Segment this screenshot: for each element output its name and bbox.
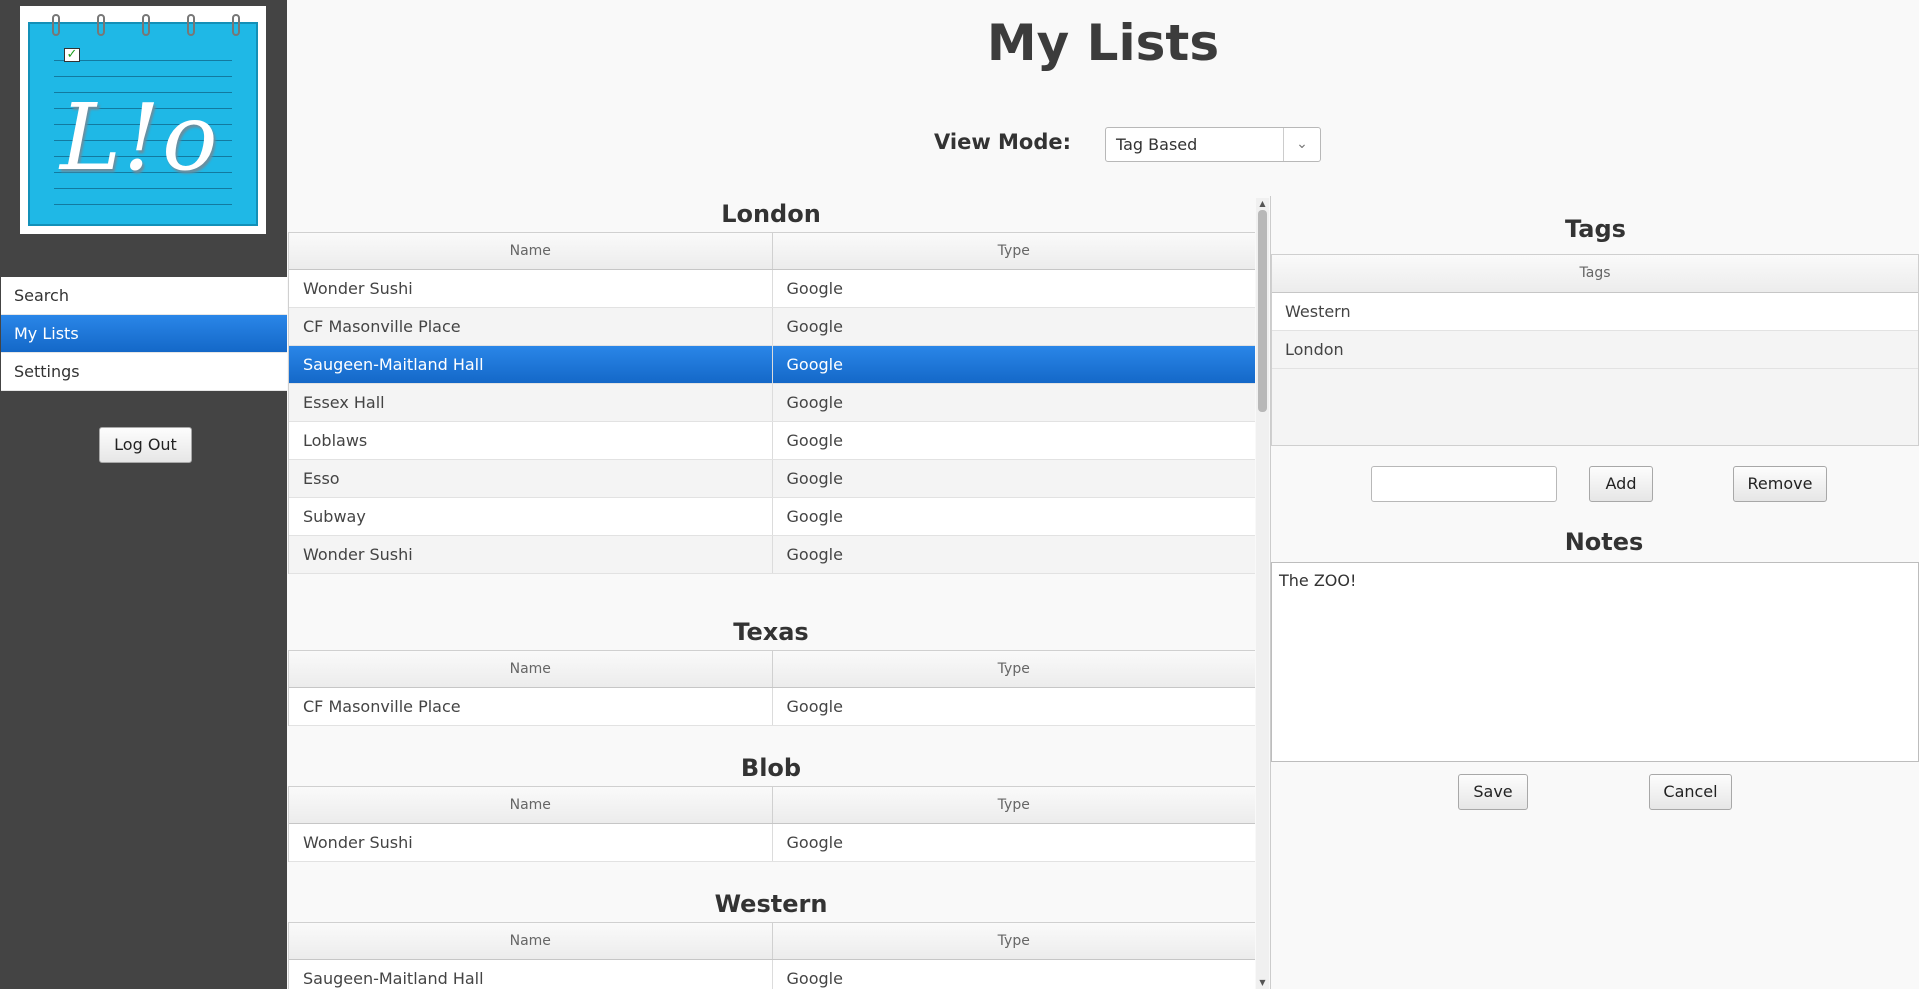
table-row[interactable]: Saugeen-Maitland Hall Google (289, 960, 1255, 989)
cell-type: Google (771, 270, 1256, 307)
cell-type: Google (771, 960, 1256, 989)
scroll-up-arrow-icon[interactable]: ▲ (1256, 198, 1269, 210)
lists-scrollbar[interactable]: ▲ ▼ (1256, 198, 1269, 989)
table-row[interactable]: Loblaws Google (289, 422, 1255, 460)
cell-name: Wonder Sushi (303, 545, 413, 564)
table-row[interactable]: Esso Google (289, 460, 1255, 498)
column-header-name[interactable]: Name (289, 233, 772, 269)
cell-name: CF Masonville Place (303, 317, 461, 336)
group-title-london: London (721, 200, 821, 228)
notepad-logo-icon: ✓ L!o (28, 14, 258, 226)
scroll-down-arrow-icon[interactable]: ▼ (1256, 977, 1269, 989)
table-header: Name Type (289, 650, 1255, 688)
list-table-texas: Name Type CF Masonville Place Google (288, 650, 1255, 726)
checkmark-icon: ✓ (64, 48, 80, 62)
tags-table: Tags Western London (1271, 254, 1919, 446)
table-row[interactable]: CF Masonville Place Google (289, 308, 1255, 346)
group-title-western: Western (714, 890, 828, 918)
tag-input[interactable] (1371, 466, 1557, 502)
save-button[interactable]: Save (1458, 774, 1528, 810)
list-table-blob: Name Type Wonder Sushi Google (288, 786, 1255, 862)
table-header: Name Type (289, 786, 1255, 824)
tag-row[interactable]: London (1272, 331, 1918, 369)
column-header-name[interactable]: Name (289, 651, 772, 687)
cell-type: Google (771, 384, 1256, 421)
lists-panel[interactable]: London Name Type Wonder Sushi Google CF … (288, 196, 1271, 989)
cell-name: Wonder Sushi (303, 833, 413, 852)
table-row[interactable]: Subway Google (289, 498, 1255, 536)
cell-name: Saugeen-Maitland Hall (303, 355, 484, 374)
column-header-type[interactable]: Type (771, 651, 1256, 687)
notes-textarea[interactable]: The ZOO! (1271, 562, 1919, 762)
cell-type: Google (771, 460, 1256, 497)
chevron-down-icon[interactable]: ⌄ (1283, 128, 1320, 161)
sidebar-nav: Search My Lists Settings (1, 277, 287, 391)
view-mode-value: Tag Based (1116, 135, 1198, 154)
scrollbar-thumb[interactable] (1258, 210, 1267, 412)
cell-name: Loblaws (303, 431, 368, 450)
cell-name: CF Masonville Place (303, 697, 461, 716)
column-header-name[interactable]: Name (289, 787, 772, 823)
tags-column-header[interactable]: Tags (1272, 255, 1918, 293)
cancel-button[interactable]: Cancel (1649, 774, 1732, 810)
cell-type: Google (771, 346, 1256, 383)
column-header-type[interactable]: Type (771, 233, 1256, 269)
column-header-name[interactable]: Name (289, 923, 772, 959)
column-header-type[interactable]: Type (771, 787, 1256, 823)
list-table-london: Name Type Wonder Sushi Google CF Masonvi… (288, 232, 1255, 574)
group-title-blob: Blob (740, 754, 802, 782)
group-title-texas: Texas (733, 618, 809, 646)
logout-button[interactable]: Log Out (99, 427, 192, 463)
sidebar-item-my-lists[interactable]: My Lists (1, 315, 287, 353)
tags-title: Tags (1565, 215, 1626, 243)
ring-icon (187, 14, 195, 36)
tag-row[interactable]: Western (1272, 293, 1918, 331)
cell-name: Saugeen-Maitland Hall (303, 969, 484, 988)
ring-icon (97, 14, 105, 36)
table-row[interactable]: Wonder Sushi Google (289, 824, 1255, 862)
add-tag-button[interactable]: Add (1589, 466, 1653, 502)
sidebar-item-search[interactable]: Search (1, 277, 287, 315)
table-row[interactable]: CF Masonville Place Google (289, 688, 1255, 726)
cell-type: Google (771, 536, 1256, 573)
cell-name: Essex Hall (303, 393, 385, 412)
page-title: My Lists (986, 14, 1220, 72)
cell-type: Google (771, 422, 1256, 459)
ring-icon (232, 14, 240, 36)
remove-tag-button[interactable]: Remove (1733, 466, 1827, 502)
table-row[interactable]: Wonder Sushi Google (289, 270, 1255, 308)
column-header-type[interactable]: Type (771, 923, 1256, 959)
app-logo: ✓ L!o (20, 6, 266, 234)
view-mode-select[interactable]: Tag Based ⌄ (1105, 127, 1321, 162)
cell-type: Google (771, 688, 1256, 725)
logo-text: L!o (60, 84, 220, 191)
cell-type: Google (771, 498, 1256, 535)
cell-type: Google (771, 824, 1256, 861)
table-row-selected[interactable]: Saugeen-Maitland Hall Google (289, 346, 1255, 384)
ring-icon (142, 14, 150, 36)
table-header: Name Type (289, 922, 1255, 960)
view-mode-label: View Mode: (934, 130, 1072, 154)
sidebar: ✓ L!o Search My Lists Settings Log Out (0, 0, 287, 989)
list-table-western: Name Type Saugeen-Maitland Hall Google (288, 922, 1255, 989)
ring-icon (52, 14, 60, 36)
cell-name: Wonder Sushi (303, 279, 413, 298)
table-row[interactable]: Wonder Sushi Google (289, 536, 1255, 574)
cell-name: Esso (303, 469, 340, 488)
cell-type: Google (771, 308, 1256, 345)
table-header: Name Type (289, 232, 1255, 270)
sidebar-item-settings[interactable]: Settings (1, 353, 287, 391)
cell-name: Subway (303, 507, 366, 526)
notes-title: Notes (1564, 528, 1644, 556)
table-row[interactable]: Essex Hall Google (289, 384, 1255, 422)
